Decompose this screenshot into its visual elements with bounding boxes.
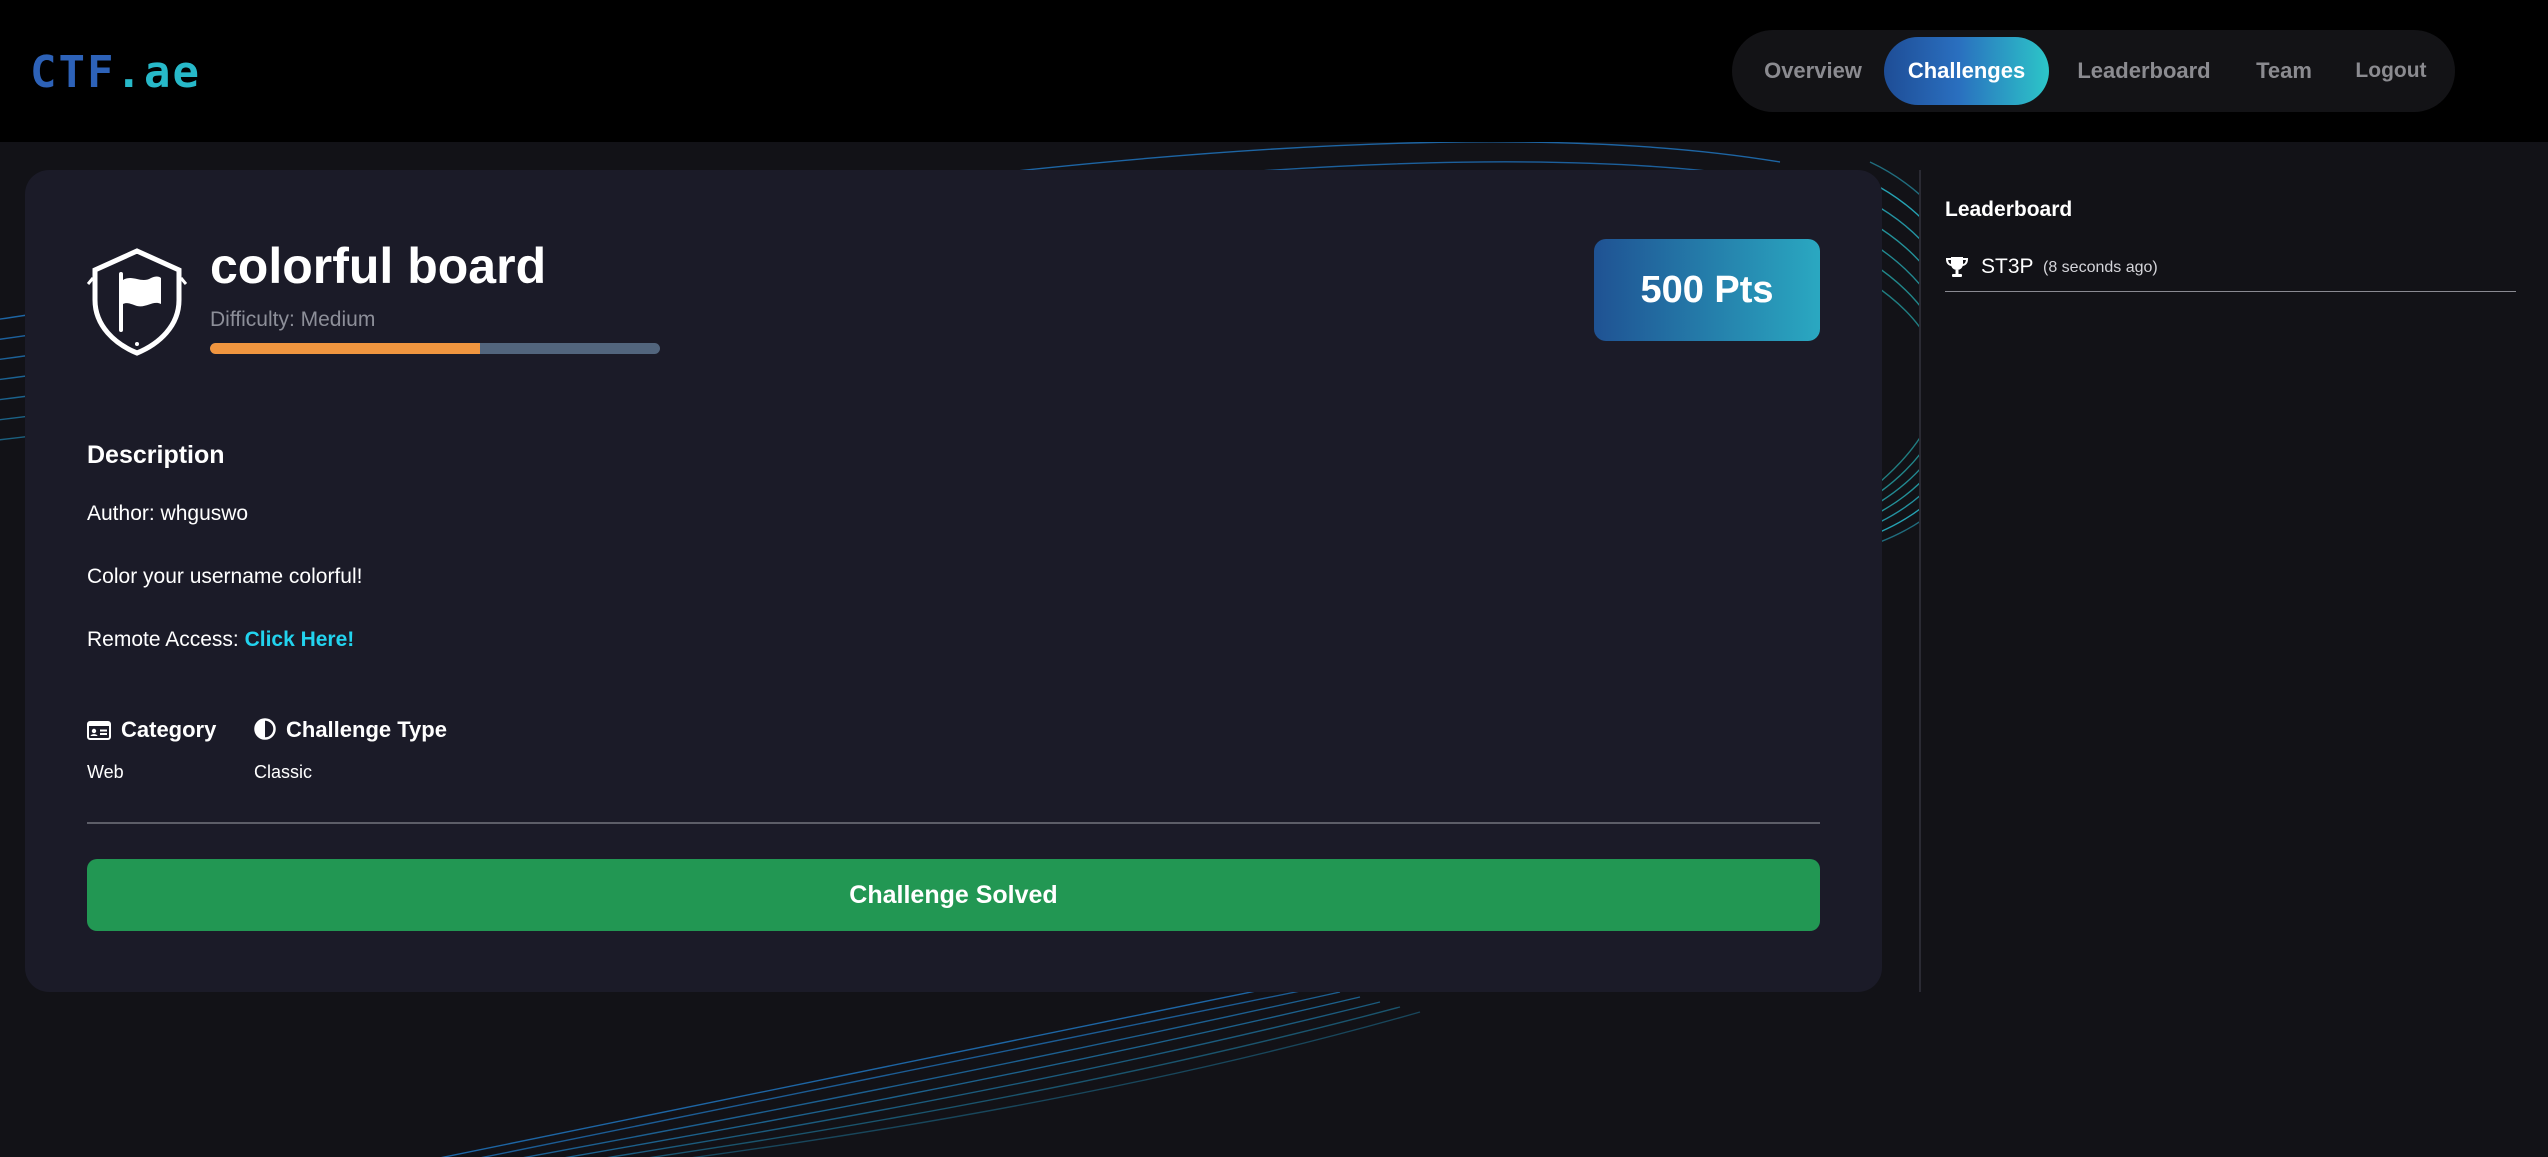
leaderboard-title: Leaderboard (1945, 198, 2073, 221)
difficulty-bar (210, 343, 660, 354)
nav-pill: Overview Challenges Leaderboard Team Log… (1732, 30, 2455, 112)
nav-overview[interactable]: Overview (1740, 37, 1886, 105)
challenge-solved-button[interactable]: Challenge Solved (87, 859, 1820, 931)
points-badge: 500 Pts (1594, 239, 1820, 341)
id-card-icon (87, 721, 111, 740)
author-line: Author: whguswo (87, 502, 249, 525)
card-divider (87, 822, 1820, 824)
category-label-text: Category (121, 717, 217, 742)
nav-leaderboard[interactable]: Leaderboard (2054, 37, 2234, 105)
site-logo[interactable]: CTF.ae (30, 48, 201, 98)
challenge-title: colorful board (210, 238, 547, 294)
trophy-icon (1945, 257, 1969, 277)
leaderboard-entry-name[interactable]: ST3P (1981, 253, 2034, 281)
remote-access-label: Remote Access: (87, 628, 245, 651)
difficulty-bar-fill (210, 343, 480, 354)
nav-team[interactable]: Team (2236, 37, 2332, 105)
difficulty-text: Difficulty: Medium (210, 308, 376, 331)
logo-text-ctf: CTF (30, 47, 116, 98)
logo-text-ae: .ae (115, 47, 201, 98)
challenge-card: colorful board Difficulty: Medium 500 Pt… (25, 170, 1882, 992)
page: CTF.ae Overview Challenges Leaderboard T… (0, 0, 2548, 1157)
shield-flag-icon (87, 248, 187, 356)
top-navbar: CTF.ae Overview Challenges Leaderboard T… (0, 0, 2548, 142)
summary-line: Color your username colorful! (87, 565, 363, 588)
remote-access-line: Remote Access: Click Here! (87, 626, 354, 654)
category-value: Web (87, 762, 124, 782)
half-circle-icon (254, 718, 276, 740)
leaderboard-sidebar: Leaderboard ST3P (8 seconds ago) (1919, 170, 2548, 992)
leaderboard-entry-time: (8 seconds ago) (2043, 259, 2158, 276)
nav-challenges[interactable]: Challenges (1884, 37, 2049, 105)
description-heading: Description (87, 441, 225, 469)
leaderboard-entry: ST3P (8 seconds ago) (1945, 253, 2516, 292)
challenge-type-value: Classic (254, 762, 313, 782)
nav-logout[interactable]: Logout (2336, 37, 2446, 105)
category-label: Category (87, 716, 216, 744)
challenge-type-label: Challenge Type (254, 716, 447, 744)
remote-access-link[interactable]: Click Here! (245, 628, 355, 651)
challenge-type-label-text: Challenge Type (286, 717, 447, 742)
